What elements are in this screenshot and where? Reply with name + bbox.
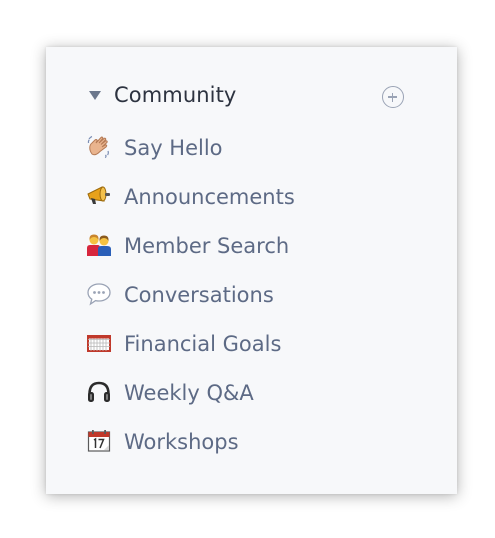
- channel-label: Financial Goals: [124, 332, 282, 356]
- waving-hand-icon: [86, 134, 112, 160]
- sidebar-panel: Community Say Hello Announcements Member…: [46, 47, 457, 494]
- section-title[interactable]: Community: [114, 83, 236, 107]
- channel-label: Conversations: [124, 283, 274, 307]
- headphones-icon: [86, 379, 112, 405]
- channel-item-weekly-qa[interactable]: Weekly Q&A: [82, 370, 422, 414]
- channel-label: Member Search: [124, 234, 290, 258]
- channel-item-financial-goals[interactable]: Financial Goals: [82, 321, 422, 365]
- goal-net-icon: [86, 330, 112, 356]
- channel-label: Workshops: [124, 430, 239, 454]
- channel-item-announcements[interactable]: Announcements: [82, 174, 422, 218]
- caret-down-icon[interactable]: [89, 91, 101, 100]
- calendar-icon: [86, 428, 112, 454]
- add-channel-button[interactable]: [382, 86, 404, 108]
- section-header-community: Community: [46, 75, 457, 119]
- channel-label: Announcements: [124, 185, 295, 209]
- channel-item-conversations[interactable]: Conversations: [82, 272, 422, 316]
- people-icon: [86, 232, 112, 258]
- channel-item-workshops[interactable]: Workshops: [82, 419, 422, 463]
- channel-item-member-search[interactable]: Member Search: [82, 223, 422, 267]
- channel-item-say-hello[interactable]: Say Hello: [82, 125, 422, 169]
- speech-bubble-icon: [86, 281, 112, 307]
- channel-label: Say Hello: [124, 136, 223, 160]
- channel-label: Weekly Q&A: [124, 381, 254, 405]
- megaphone-icon: [86, 183, 112, 209]
